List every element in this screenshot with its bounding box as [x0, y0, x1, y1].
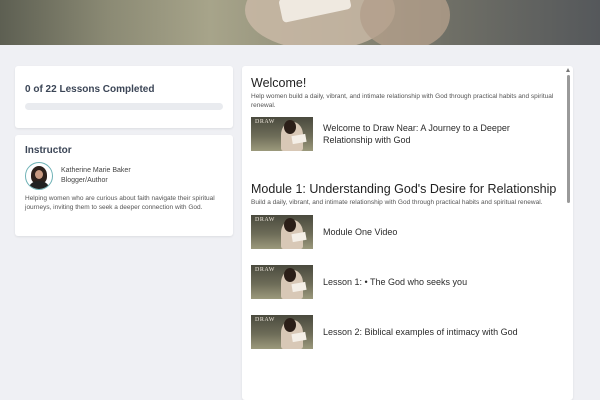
section-title: Welcome!	[251, 76, 307, 90]
course-hero-banner	[0, 0, 600, 45]
thumbnail-text: DRAW	[255, 317, 275, 323]
course-content-panel: Welcome! Help women build a daily, vibra…	[242, 66, 573, 400]
lesson-title[interactable]: Module One Video	[323, 226, 553, 238]
lesson-item[interactable]: DRAW Welcome to Draw Near: A Journey to …	[251, 117, 563, 151]
scrollbar-thumb[interactable]	[567, 75, 570, 203]
instructor-bio: Helping women who are curious about fait…	[25, 195, 215, 211]
progress-bar	[25, 103, 223, 110]
instructor-name: Katherine Marie Baker	[61, 167, 131, 174]
progress-card: 0 of 22 Lessons Completed	[15, 66, 233, 128]
lesson-item[interactable]: DRAW Lesson 2: Biblical examples of inti…	[251, 315, 563, 349]
course-section: Module 1: Understanding God's Desire for…	[251, 182, 563, 349]
section-description: Help women build a daily, vibrant, and i…	[251, 93, 554, 109]
lesson-thumbnail[interactable]: DRAW	[251, 265, 313, 299]
lesson-title[interactable]: Lesson 1: • The God who seeks you	[323, 276, 553, 288]
lesson-item[interactable]: DRAW Lesson 1: • The God who seeks you	[251, 265, 563, 299]
scroll-up-arrow-icon[interactable]	[566, 68, 570, 72]
lesson-item[interactable]: DRAW Module One Video	[251, 215, 563, 249]
instructor-role: Blogger/Author	[61, 177, 108, 184]
instructor-heading: Instructor	[25, 145, 72, 156]
lesson-thumbnail[interactable]: DRAW	[251, 117, 313, 151]
thumbnail-text: DRAW	[255, 119, 275, 125]
lesson-thumbnail[interactable]: DRAW	[251, 215, 313, 249]
instructor-card: Instructor Katherine Marie Baker Blogger…	[15, 135, 233, 236]
lesson-title[interactable]: Lesson 2: Biblical examples of intimacy …	[323, 326, 553, 338]
thumbnail-text: DRAW	[255, 267, 275, 273]
content-scrollbar[interactable]	[566, 68, 571, 400]
lesson-title[interactable]: Welcome to Draw Near: A Journey to a Dee…	[323, 122, 553, 146]
hero-figure-shape-2	[360, 0, 450, 45]
thumbnail-text: DRAW	[255, 217, 275, 223]
lesson-thumbnail[interactable]: DRAW	[251, 315, 313, 349]
course-section: Welcome! Help women build a daily, vibra…	[251, 76, 563, 151]
lessons-completed-text: 0 of 22 Lessons Completed	[25, 84, 155, 95]
section-title: Module 1: Understanding God's Desire for…	[251, 182, 557, 196]
instructor-avatar	[25, 162, 53, 190]
section-description: Build a daily, vibrant, and intimate rel…	[251, 199, 543, 206]
